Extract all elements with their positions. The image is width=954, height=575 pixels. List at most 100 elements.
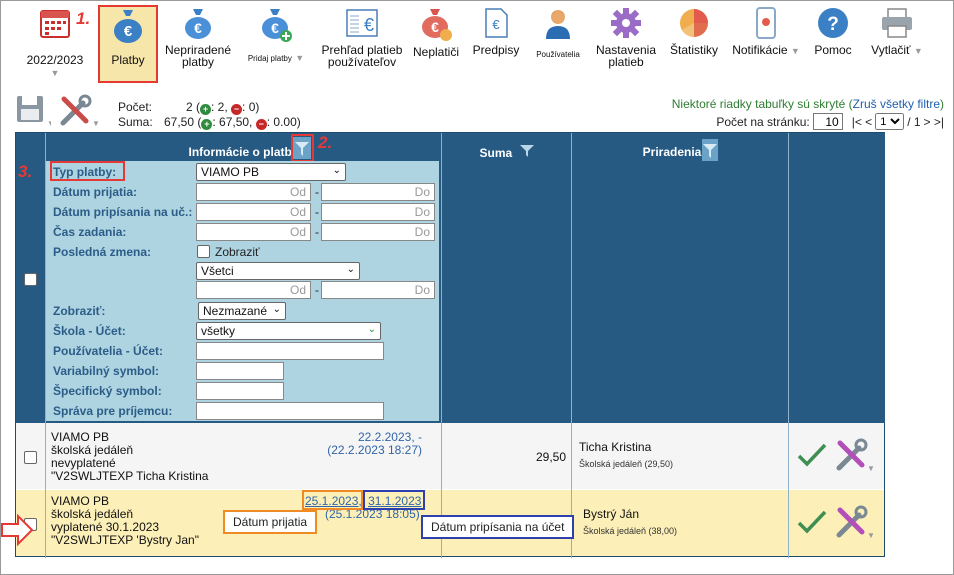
toolbar-neplatici-button[interactable]: € Neplatiči bbox=[410, 6, 462, 58]
datum-prijatia-from-input[interactable]: Od bbox=[196, 183, 311, 201]
last-change-to-input[interactable]: Do bbox=[321, 281, 435, 299]
toolbar-prehlad-button[interactable]: € Prehľad platieb používateľov bbox=[314, 6, 410, 68]
toolbar-predpisy-button[interactable]: € Predpisy bbox=[468, 6, 524, 56]
range-dash: - bbox=[315, 185, 319, 199]
school-account-select[interactable]: všetky ⌄ bbox=[196, 322, 381, 340]
sum-value: 67,50 ( bbox=[164, 115, 202, 129]
chevron-down-icon: ⌄ bbox=[272, 304, 281, 315]
toolbar-nepriradene-button[interactable]: € Nepriradené platby bbox=[162, 6, 234, 68]
filter-label-specificky: Špecifický symbol: bbox=[53, 384, 162, 398]
document-euro-icon: € bbox=[485, 8, 508, 38]
check-icon[interactable] bbox=[796, 442, 828, 468]
toolbar-nepriradene-label-2: platby bbox=[181, 55, 215, 69]
filter-icon bbox=[703, 144, 717, 158]
cas-zadania-to-input[interactable]: Do bbox=[321, 223, 435, 241]
datum-pripisania-to-input[interactable]: Do bbox=[321, 203, 435, 221]
perpage-input[interactable] bbox=[812, 113, 843, 130]
assignment-filter-button[interactable] bbox=[702, 139, 718, 161]
filter-label-datum-pripisania: Dátum pripísania na uč.: bbox=[53, 205, 193, 219]
hidden-rows-note: Niektoré riadky tabuľky sú skryté (Zruš … bbox=[671, 97, 944, 111]
specific-symbol-input[interactable] bbox=[196, 382, 284, 400]
toolbar-nastavenia-button[interactable]: Nastavenia platieb bbox=[590, 6, 662, 68]
plus-icon: + bbox=[201, 119, 213, 130]
toolbar-notifikacie-label: Notifikácie bbox=[732, 43, 788, 57]
toolbar-pridaj-button[interactable]: € Pridaj platby ▼ bbox=[240, 6, 312, 63]
pager-next[interactable]: > >| bbox=[924, 115, 944, 129]
toolbar-notifikacie-button[interactable]: Notifikácie ▼ bbox=[728, 6, 804, 57]
svg-text:▼: ▼ bbox=[867, 531, 875, 540]
toolbar-pouzivatelia-button[interactable]: Používatelia bbox=[528, 6, 588, 59]
tools-icon[interactable]: ▼ bbox=[58, 94, 100, 128]
pager-prev[interactable]: |< < bbox=[852, 115, 872, 129]
variable-symbol-input[interactable] bbox=[196, 362, 284, 380]
datum-prijatia-to-input[interactable]: Do bbox=[321, 183, 435, 201]
last-change-user-select[interactable]: Všetci ⌄ bbox=[196, 262, 360, 280]
svg-text:€: € bbox=[431, 19, 439, 35]
annotation-mark-2: 2. bbox=[318, 133, 333, 152]
chevron-down-icon: ⌄ bbox=[346, 264, 355, 275]
payment-type-select[interactable]: VIAMO PB ⌄ bbox=[196, 163, 346, 181]
actions-column-header bbox=[789, 133, 885, 423]
typ-platby-highlight bbox=[50, 161, 125, 181]
date-credited-highlight bbox=[363, 490, 425, 510]
cas-zadania-from-input[interactable]: Od bbox=[196, 223, 311, 241]
toolbar-statistiky-label: Štatistiky bbox=[669, 43, 718, 57]
clear-filters-link[interactable]: Zruš všetky filtre bbox=[853, 97, 940, 111]
filter-icon[interactable] bbox=[519, 145, 534, 157]
money-bag-add-icon: € bbox=[262, 9, 292, 42]
sum-plus-value: : 67,50, bbox=[212, 115, 253, 129]
message-input[interactable] bbox=[196, 402, 384, 420]
toolbar-pridaj-label: Pridaj platby bbox=[247, 54, 292, 63]
filter-label-cas-zadania: Čas zadania: bbox=[53, 225, 127, 239]
ledger-euro-icon: € bbox=[346, 9, 378, 37]
filter-label-datum-prijatia: Dátum prijatia: bbox=[53, 185, 138, 199]
column-divider bbox=[441, 133, 442, 558]
printer-icon bbox=[882, 8, 912, 38]
year-label: 2022/2023 bbox=[26, 53, 84, 67]
chevron-down-icon: ▼ bbox=[913, 46, 923, 56]
pie-chart-icon bbox=[680, 9, 708, 37]
toolbar-pouzivatelia-label: Používatelia bbox=[536, 50, 580, 59]
sum-label: Suma: bbox=[118, 115, 153, 129]
pagination: Počet na stránku: |< < 1 / 1 > >| bbox=[716, 113, 944, 130]
select-all-checkbox[interactable] bbox=[24, 273, 37, 286]
gear-icon bbox=[611, 8, 641, 38]
phone-icon bbox=[756, 7, 776, 39]
chevron-down-icon: ⌄ bbox=[367, 324, 376, 335]
show-select[interactable]: Nezmazané ⌄ bbox=[198, 302, 286, 320]
svg-text:€: € bbox=[271, 20, 279, 36]
toolbar-platby-button[interactable]: € Platby bbox=[100, 6, 156, 66]
toolbar-pomoc-label: Pomoc bbox=[814, 43, 852, 57]
status-bar: ▼ ▼ Počet: 2 (+: 2, −: 0) Suma: 67,50 (+… bbox=[0, 92, 954, 132]
arrow-right-icon bbox=[1, 513, 34, 547]
svg-text:€: € bbox=[194, 20, 202, 36]
info-filter-highlight bbox=[291, 134, 314, 162]
filter-label-pouzivatelia-ucet: Používatelia - Účet: bbox=[53, 344, 164, 358]
help-icon: ? bbox=[818, 8, 848, 38]
sum-column-title: Suma bbox=[442, 145, 571, 160]
table-row[interactable]: VIAMO PB školská jedáleň nevyplatené "V2… bbox=[16, 423, 884, 489]
row-assignment: Ticha Kristina Školská jedáleň (29,50) bbox=[579, 440, 674, 470]
toolbar-statistiky-button[interactable]: Štatistiky bbox=[666, 6, 722, 56]
filter-label-skola-ucet: Škola - Účet: bbox=[53, 324, 126, 338]
user-account-input[interactable] bbox=[196, 342, 384, 360]
tools-icon[interactable]: ▼ bbox=[834, 504, 876, 540]
toolbar-vytlacit-button[interactable]: Vytlačiť ▼ bbox=[866, 6, 928, 57]
toolbar-platby-label: Platby bbox=[111, 53, 145, 67]
datum-pripisania-from-input[interactable]: Od bbox=[196, 203, 311, 221]
toolbar-predpisy-label: Predpisy bbox=[472, 43, 520, 57]
row-checkbox[interactable] bbox=[24, 451, 37, 464]
page-select[interactable]: 1 bbox=[875, 113, 905, 130]
show-last-change-checkbox[interactable] bbox=[197, 245, 210, 258]
toolbar-pomoc-button[interactable]: ? Pomoc bbox=[808, 6, 858, 56]
svg-text:▼: ▼ bbox=[47, 119, 51, 128]
row-assignment: Bystrý Ján Školská jedáleň (38,00) bbox=[583, 507, 678, 537]
plus-icon: + bbox=[200, 104, 212, 115]
column-divider bbox=[571, 133, 572, 558]
row-info: VIAMO PB školská jedáleň nevyplatené "V2… bbox=[51, 430, 209, 483]
check-icon[interactable] bbox=[796, 509, 828, 535]
last-change-from-input[interactable]: Od bbox=[196, 281, 311, 299]
row-info: VIAMO PB školská jedáleň vyplatené 30.1.… bbox=[51, 494, 199, 547]
tools-icon[interactable]: ▼ bbox=[834, 437, 876, 473]
save-icon[interactable]: ▼ bbox=[15, 94, 51, 128]
